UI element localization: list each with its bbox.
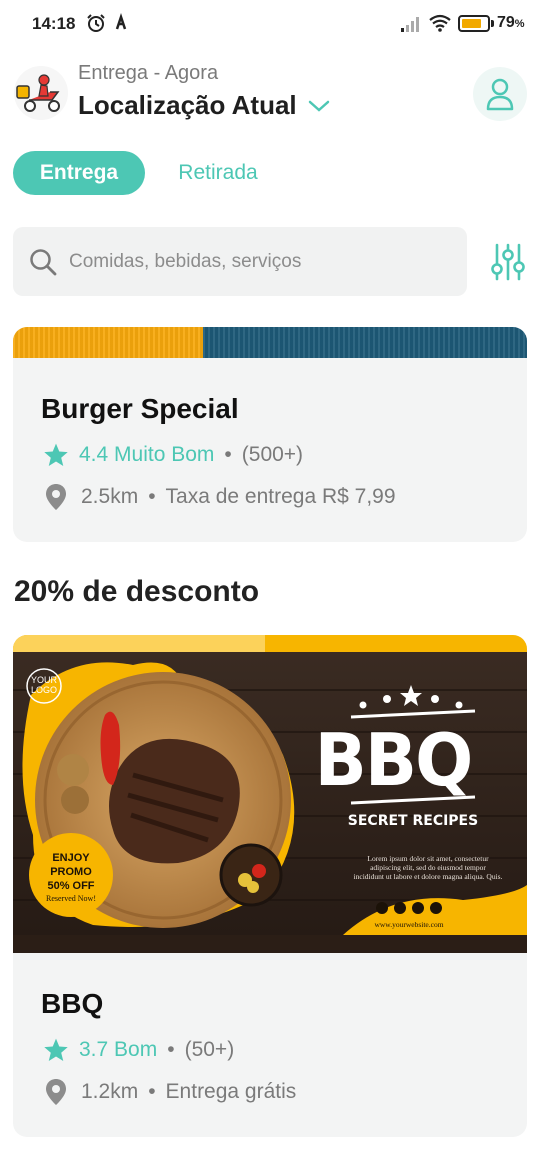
location-pin-icon [46,484,66,510]
chevron-down-icon [308,100,329,112]
location-title: Localização Atual [78,90,297,120]
separator-dot: • [167,1038,175,1061]
delivery-fee: Taxa de entrega R$ 7,99 [165,485,396,508]
restaurant-card-bbq[interactable]: YOUR LOGO ENJOY PROMO 50% OFF Reserved N… [13,635,527,1137]
restaurant-name: Burger Special [41,393,239,424]
banner-body-text: adipiscing elit, sed do eiusmod tempor [370,863,486,872]
search-input[interactable] [69,250,449,273]
filter-sliders-icon[interactable] [490,242,526,282]
tab-delivery[interactable]: Entrega [13,151,145,195]
status-time: 14:18 [32,14,76,33]
location-pin-icon [46,1079,66,1105]
banner-headline: BBQ [315,718,472,802]
section-title-discount: 20% de desconto [14,575,260,608]
separator-dot: • [224,443,232,466]
star-icon [44,1038,68,1062]
banner-subheadline: SECRET RECIPES [348,813,478,829]
wifi-icon [429,14,451,32]
tab-pickup[interactable]: Retirada [168,151,268,195]
delivery-fee: Entrega grátis [165,1080,297,1103]
delivery-info-row: 1.2km • Entrega grátis [43,1078,296,1106]
banner-logo-text: LOGO [31,685,57,695]
banner-body-text: Lorem ipsum dolor sit amet, consectetur [367,854,489,863]
delivery-info-row: 2.5km • Taxa de entrega R$ 7,99 [43,483,396,511]
banner-logo-text: YOUR [31,675,58,685]
search-bar[interactable] [13,227,467,296]
review-count: (500+) [241,443,304,466]
location-selector[interactable]: Localização Atual [78,90,331,121]
alarm-icon [87,14,105,32]
battery-icon [458,15,490,32]
profile-icon [486,78,514,111]
battery-level [462,19,481,28]
signal-icon [401,17,419,32]
app-notification-icon [115,13,127,30]
battery-tip [491,20,494,27]
promo-sticker-text: 50% OFF [47,880,94,892]
restaurant-card-burger-special[interactable]: Burger Special 4.4 Muito Bom • (500+) 2.… [13,327,527,542]
rating-score: 3.7 Bom [79,1038,158,1061]
review-count: (50+) [184,1038,235,1061]
promo-sticker-text: ENJOY [52,852,90,864]
distance: 1.2km [81,1080,139,1103]
delivery-scooter-icon [14,66,68,120]
profile-button[interactable] [473,67,527,121]
search-icon [30,248,57,275]
battery-percentage: 79% [497,14,525,31]
delivery-time-label: Entrega - Agora [78,62,219,84]
distance: 2.5km [81,485,139,508]
separator-dot: • [148,1080,156,1103]
banner-website: www.yourwebsite.com [374,920,443,929]
separator-dot: • [148,485,156,508]
status-bar: 14:18 79% [0,0,540,48]
star-icon [44,443,68,467]
bbq-promo-banner-image: YOUR LOGO ENJOY PROMO 50% OFF Reserved N… [13,635,527,953]
promo-sticker-text: Reserved Now! [46,894,96,903]
banner-body-text: incididunt ut labore et dolore magna ali… [354,872,503,881]
rating-row: 4.4 Muito Bom • (500+) [43,442,303,468]
restaurant-name: BBQ [41,988,104,1019]
restaurant-banner-image [13,327,527,358]
rating-score: 4.4 Muito Bom [79,443,215,466]
rating-row: 3.7 Bom • (50+) [43,1037,234,1063]
promo-sticker-text: PROMO [50,866,92,878]
